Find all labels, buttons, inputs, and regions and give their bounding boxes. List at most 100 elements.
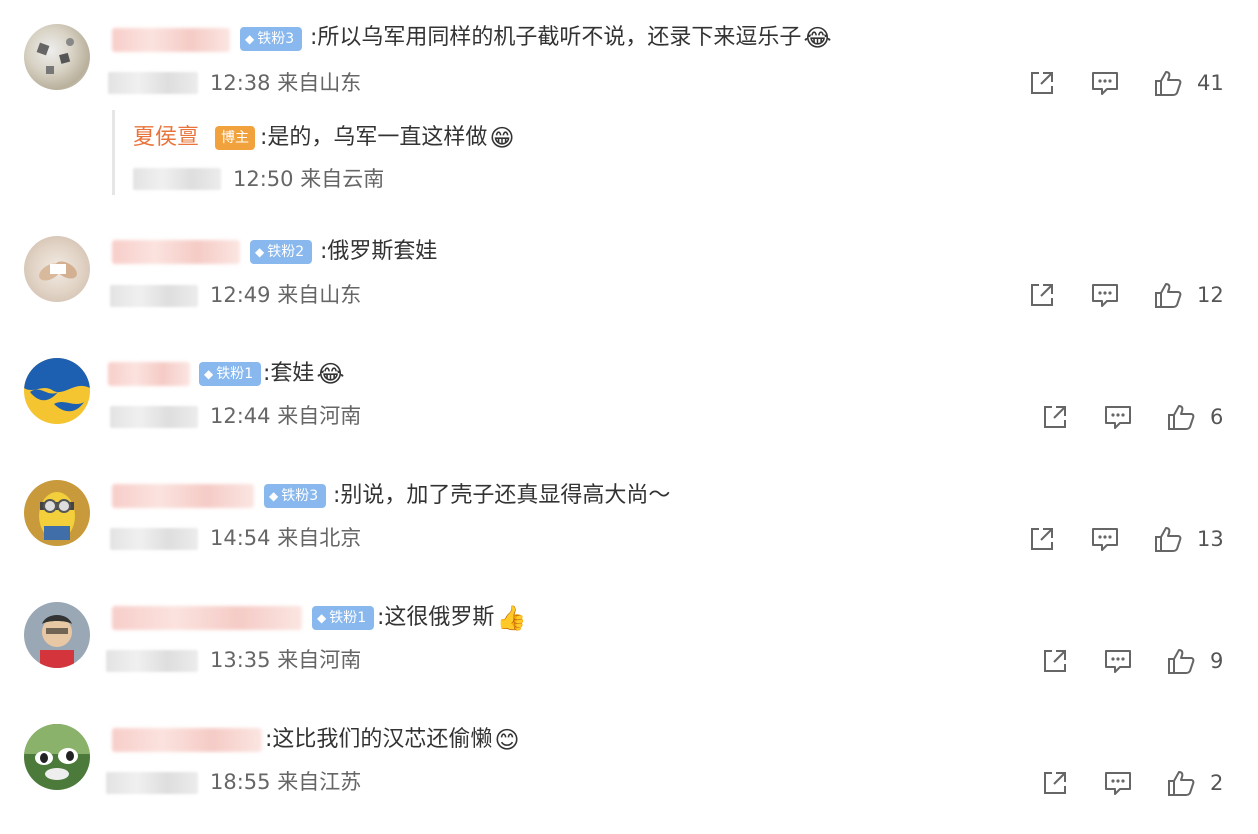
comment-meta: 12:49 来自山东: [210, 281, 361, 309]
diamond-icon: ◆: [269, 489, 279, 503]
avatar[interactable]: [24, 480, 90, 546]
comment-meta: 14:54 来自北京: [210, 524, 361, 552]
share-icon[interactable]: [1027, 524, 1057, 554]
comment-text: :俄罗斯套娃: [320, 239, 438, 264]
laugh-cry-emoji-icon: 😂: [316, 360, 345, 388]
comment-icon[interactable]: [1103, 768, 1133, 798]
avatar-image-icon: [24, 724, 90, 780]
thumbs-up-icon[interactable]: [1153, 280, 1183, 310]
comment-location: 来自山东: [277, 283, 362, 307]
like-count: 13: [1197, 527, 1224, 551]
fan-badge: ◆ 铁粉1: [199, 362, 262, 386]
diamond-icon: ◆: [245, 32, 255, 46]
avatar[interactable]: [24, 236, 90, 302]
comment-body: 套娃: [270, 361, 315, 386]
username-blurred[interactable]: [112, 728, 262, 752]
avatar[interactable]: [24, 724, 90, 790]
diamond-icon: ◆: [255, 245, 265, 259]
reply-body: 是的，乌军一直这样做: [267, 125, 488, 150]
comment-meta: 12:38 来自山东: [210, 69, 361, 97]
thumbs-up-icon[interactable]: [1153, 68, 1183, 98]
fan-badge: ◆ 铁粉1: [312, 606, 375, 630]
comment-text: :别说，加了壳子还真显得高大尚～: [333, 483, 671, 508]
reply-block: 夏侯亶 博主 :是的，乌军一直这样做😁 12:50 来自云南: [112, 110, 715, 195]
comment-text: :这很俄罗斯👍: [377, 604, 527, 632]
comment-text: :套娃😂: [263, 360, 345, 388]
avatar-image-icon: [40, 615, 74, 668]
avatar[interactable]: [24, 602, 90, 668]
comment-item: ◆ 铁粉1 :套娃😂 12:44 来自河南 6: [0, 350, 1258, 472]
smile-emoji-icon: 😊: [494, 726, 520, 754]
date-blurred: [106, 650, 198, 672]
comment-meta: 18:55 来自江苏: [210, 768, 361, 796]
thumbs-up-emoji-icon: 👍: [496, 604, 527, 632]
fan-badge: ◆ 铁粉3: [264, 484, 327, 508]
share-icon[interactable]: [1027, 68, 1057, 98]
share-icon[interactable]: [1027, 280, 1057, 310]
username-blurred[interactable]: [112, 606, 302, 630]
date-blurred: [108, 72, 198, 94]
comment-body: 别说，加了壳子还真显得高大尚～: [340, 483, 671, 508]
username-blurred[interactable]: [108, 362, 190, 386]
comment-body: 所以乌军用同样的机子截听不说，还录下来逗乐子: [317, 25, 802, 50]
comment-icon[interactable]: [1090, 280, 1120, 310]
fan-badge: ◆ 铁粉2: [250, 240, 313, 264]
badge-label: 铁粉3: [257, 31, 295, 47]
username-blurred[interactable]: [112, 28, 230, 52]
comment-text: :所以乌军用同样的机子截听不说，还录下来逗乐子😂: [310, 24, 832, 52]
comment-body: 这很俄罗斯: [384, 605, 495, 630]
like-count: 6: [1210, 405, 1224, 429]
fan-badge: ◆ 铁粉3: [240, 27, 303, 51]
comment-body: 俄罗斯套娃: [327, 239, 438, 264]
badge-label: 铁粉2: [267, 244, 305, 260]
avatar[interactable]: [24, 24, 90, 90]
comment-icon[interactable]: [1090, 524, 1120, 554]
date-blurred: [110, 528, 198, 550]
comment-meta: 12:44 来自河南: [210, 402, 361, 430]
diamond-icon: ◆: [317, 611, 327, 625]
badge-label: 铁粉1: [216, 366, 254, 382]
comment-item: ◆ 铁粉3 :别说，加了壳子还真显得高大尚～ 14:54 来自北京 13: [0, 472, 1258, 594]
comment-time: 12:44: [210, 404, 271, 428]
thumbs-up-icon[interactable]: [1166, 402, 1196, 432]
avatar-image-icon: [24, 358, 90, 412]
like-count: 9: [1210, 649, 1224, 673]
laugh-cry-emoji-icon: 😂: [803, 24, 832, 52]
comment-icon[interactable]: [1103, 402, 1133, 432]
thumbs-up-icon[interactable]: [1153, 524, 1183, 554]
share-icon[interactable]: [1040, 402, 1070, 432]
comment-meta: 13:35 来自河南: [210, 646, 361, 674]
avatar[interactable]: [24, 358, 90, 424]
avatar-image-icon: [39, 492, 75, 540]
username-blurred[interactable]: [112, 484, 254, 508]
comment-time: 12:38: [210, 71, 271, 95]
comment-icon[interactable]: [1103, 646, 1133, 676]
comment-text: :这比我们的汉芯还偷懒😊: [265, 726, 520, 754]
comment-item: ◆ 铁粉1 :这很俄罗斯👍 13:35 来自河南 9: [0, 594, 1258, 716]
comment-location: 来自河南: [277, 648, 362, 672]
share-icon[interactable]: [1040, 768, 1070, 798]
thumbs-up-icon[interactable]: [1166, 646, 1196, 676]
reply-meta: 12:50 来自云南: [233, 165, 384, 193]
reply-author[interactable]: 夏侯亶: [133, 122, 199, 154]
comment-location: 来自河南: [277, 404, 362, 428]
comment-icon[interactable]: [1090, 68, 1120, 98]
comment-time: 13:35: [210, 648, 271, 672]
comment-item: :这比我们的汉芯还偷懒😊 18:55 来自江苏 2: [0, 716, 1258, 834]
comment-item: ◆ 铁粉2 :俄罗斯套娃 12:49 来自山东 12: [0, 230, 1258, 350]
comment-time: 12:49: [210, 283, 271, 307]
date-blurred: [110, 285, 198, 307]
like-count: 2: [1210, 771, 1224, 795]
date-blurred: [133, 168, 221, 190]
share-icon[interactable]: [1040, 646, 1070, 676]
host-badge: 博主: [215, 126, 255, 150]
avatar-image-icon: [36, 38, 74, 74]
comment-time: 18:55: [210, 770, 271, 794]
comment-body: 这比我们的汉芯还偷懒: [272, 727, 493, 752]
date-blurred: [106, 772, 198, 794]
reply-location: 来自云南: [300, 167, 385, 191]
username-blurred[interactable]: [112, 240, 240, 264]
date-blurred: [110, 406, 198, 428]
thumbs-up-icon[interactable]: [1166, 768, 1196, 798]
reply-text: :是的，乌军一直这样做😁: [260, 124, 515, 152]
